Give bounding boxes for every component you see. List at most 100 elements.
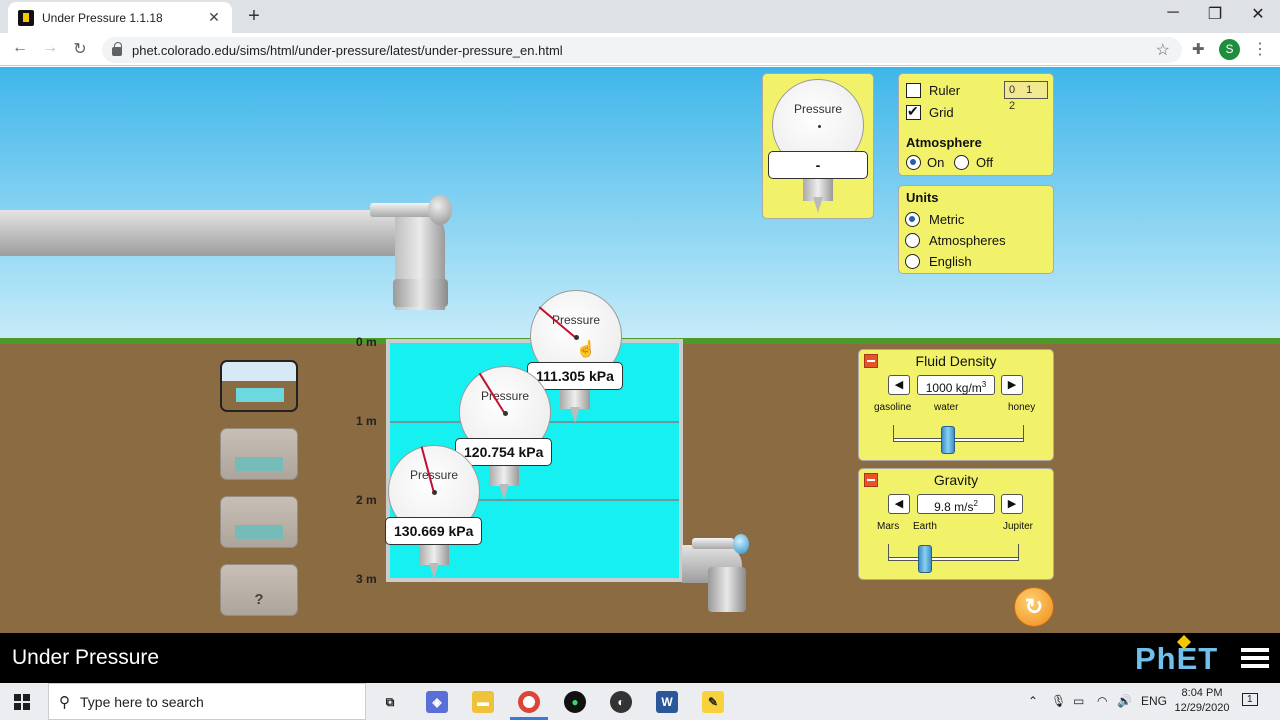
clock-time: 8:04 PM	[1181, 687, 1223, 699]
profile-avatar[interactable]: S	[1219, 39, 1240, 60]
gravity-value-text: 9.8 m/s	[934, 500, 974, 514]
gauge-probe	[489, 464, 519, 486]
units-atmospheres-radio[interactable]	[905, 233, 920, 248]
scene-button-square-pool[interactable]	[220, 360, 298, 412]
phet-logo[interactable]: PhET	[1135, 634, 1218, 677]
url-text: phet.colorado.edu/sims/html/under-pressu…	[132, 42, 563, 58]
sim-title: Under Pressure	[12, 646, 160, 669]
gauge-probe-tip	[429, 563, 439, 579]
chrome-icon[interactable]	[518, 691, 540, 713]
notifications-icon[interactable]: 1	[1242, 693, 1258, 706]
atmosphere-off-radio[interactable]	[954, 155, 969, 170]
show-hidden-icons-icon[interactable]: ⌃	[1028, 694, 1038, 708]
fluid-density-label-gasoline: gasoline	[874, 402, 912, 413]
address-bar[interactable]: phet.colorado.edu/sims/html/under-pressu…	[102, 37, 1182, 63]
gravity-slider-thumb[interactable]	[917, 545, 932, 573]
gravity-value: 9.8 m/s2	[917, 494, 995, 514]
bookmark-star-icon[interactable]: ☆	[1156, 40, 1170, 60]
fluid-density-slider-track[interactable]	[893, 438, 1024, 442]
taskbar-clock[interactable]: 8:04 PM 12/29/2020	[1170, 686, 1234, 716]
inlet-pipe	[0, 210, 410, 256]
menu-kebab-icon[interactable]: ⋮	[1252, 39, 1268, 59]
lock-icon[interactable]	[112, 42, 122, 56]
atmosphere-title: Atmosphere	[906, 135, 982, 150]
forward-icon[interactable]: →	[39, 39, 61, 57]
drain-faucet-mouth	[708, 567, 746, 612]
ruler-label: Ruler	[929, 83, 961, 98]
minimize-button[interactable]: ─	[1158, 4, 1188, 22]
phet-menu-icon[interactable]	[1241, 648, 1269, 668]
units-english-radio[interactable]	[905, 254, 920, 269]
taskbar-search-box[interactable]: ⚲ Type here to search	[48, 683, 366, 720]
gauge-probe	[419, 543, 449, 565]
fluid-density-slider-thumb[interactable]	[941, 426, 956, 454]
mystery-label: ?	[254, 591, 264, 608]
word-icon[interactable]: W	[656, 691, 678, 713]
maximize-button[interactable]: ❐	[1200, 4, 1230, 24]
fluid-density-decrease-button[interactable]: ◀	[888, 375, 910, 395]
volume-icon[interactable]: 🔊	[1117, 694, 1132, 708]
reload-icon[interactable]: ↻	[69, 39, 91, 59]
depth-label-0: 0 m	[356, 335, 377, 349]
scene-button-chamber-pool[interactable]	[220, 496, 298, 548]
grid-checkbox[interactable]	[906, 103, 921, 120]
language-indicator[interactable]: ENG	[1141, 694, 1167, 708]
wifi-icon[interactable]: ◠	[1097, 694, 1107, 708]
gravity-tick-max	[1018, 544, 1019, 558]
fluid-density-title: Fluid Density	[915, 353, 997, 369]
depth-label-2: 2 m	[356, 493, 377, 507]
drain-valve-knob[interactable]	[733, 534, 749, 554]
toolbox-gauge-probe-tip	[813, 197, 823, 213]
reset-all-button[interactable]: ↻	[1014, 587, 1054, 627]
gauge-probe	[560, 387, 590, 409]
windows-start-icon[interactable]	[14, 694, 30, 710]
ruler-icon: 0 1 2	[1004, 81, 1048, 112]
battery-icon[interactable]: ▭	[1073, 694, 1084, 708]
scene-button-mystery-pool[interactable]: ?	[220, 564, 298, 616]
app-icon[interactable]: ◈	[426, 691, 448, 713]
gravity-unit-exponent: 2	[973, 499, 978, 508]
sticky-notes-icon[interactable]: ✎	[702, 691, 724, 713]
fluid-density-unit-exponent: 3	[981, 380, 987, 389]
scene-button-trapezoid-pool[interactable]	[220, 428, 298, 480]
ruler-checkbox[interactable]	[906, 83, 921, 98]
gauge-probe-tip	[499, 484, 509, 500]
gravity-increase-button[interactable]: ▶	[1001, 494, 1023, 514]
simulation-canvas: 0 m 1 m 2 m 3 m ? Pressure 111.305 kPa P…	[0, 67, 1280, 633]
fluid-density-label-water: water	[934, 402, 959, 413]
new-tab-button[interactable]: +	[243, 5, 265, 28]
gauge-readout-3: 130.669 kPa	[385, 517, 483, 545]
back-icon[interactable]: ←	[9, 39, 31, 57]
tab-close-icon[interactable]: ✕	[206, 9, 222, 26]
obs-icon[interactable]: ◐	[610, 691, 632, 713]
task-view-icon[interactable]: ⧉	[379, 691, 401, 713]
drain-valve-stem[interactable]	[692, 538, 734, 549]
toolbox-gauge-readout: -	[768, 151, 868, 179]
gravity-slider-track[interactable]	[888, 557, 1019, 561]
fluid-density-tick-max	[1023, 425, 1024, 439]
file-explorer-icon[interactable]: ▬	[472, 691, 494, 713]
inlet-valve-stem[interactable]	[370, 203, 432, 217]
close-window-button[interactable]: ✕	[1243, 4, 1273, 24]
gravity-decrease-button[interactable]: ◀	[888, 494, 910, 514]
extensions-icon[interactable]: ✚	[1192, 40, 1205, 58]
browser-tab[interactable]: Under Pressure 1.1.18 ✕	[8, 2, 232, 33]
inlet-valve-knob[interactable]	[428, 195, 452, 225]
camera-app-icon[interactable]: ●	[564, 691, 586, 713]
sim-navigation-bar: Under Pressure PhET	[0, 633, 1280, 683]
units-metric-radio[interactable]	[905, 212, 920, 227]
gravity-label-mars: Mars	[877, 521, 900, 532]
windows-taskbar: ⚲ Type here to search ⧉ ◈ ▬ ● ◐ W ✎ ⌃ 🎙 …	[0, 683, 1280, 720]
units-metric-label: Metric	[929, 212, 965, 227]
atmosphere-on-radio[interactable]	[906, 155, 921, 170]
sky	[0, 67, 1280, 341]
microphone-icon[interactable]: 🎙	[1051, 694, 1066, 708]
gravity-tick-min	[888, 544, 889, 558]
scene-thumbnail	[235, 457, 283, 471]
fluid-density-value: 1000 kg/m3	[917, 375, 995, 395]
gravity-label-earth: Earth	[913, 521, 937, 532]
fluid-density-increase-button[interactable]: ▶	[1001, 375, 1023, 395]
gauge-pin	[818, 125, 821, 128]
search-icon: ⚲	[59, 693, 70, 711]
clock-date: 12/29/2020	[1174, 702, 1230, 714]
